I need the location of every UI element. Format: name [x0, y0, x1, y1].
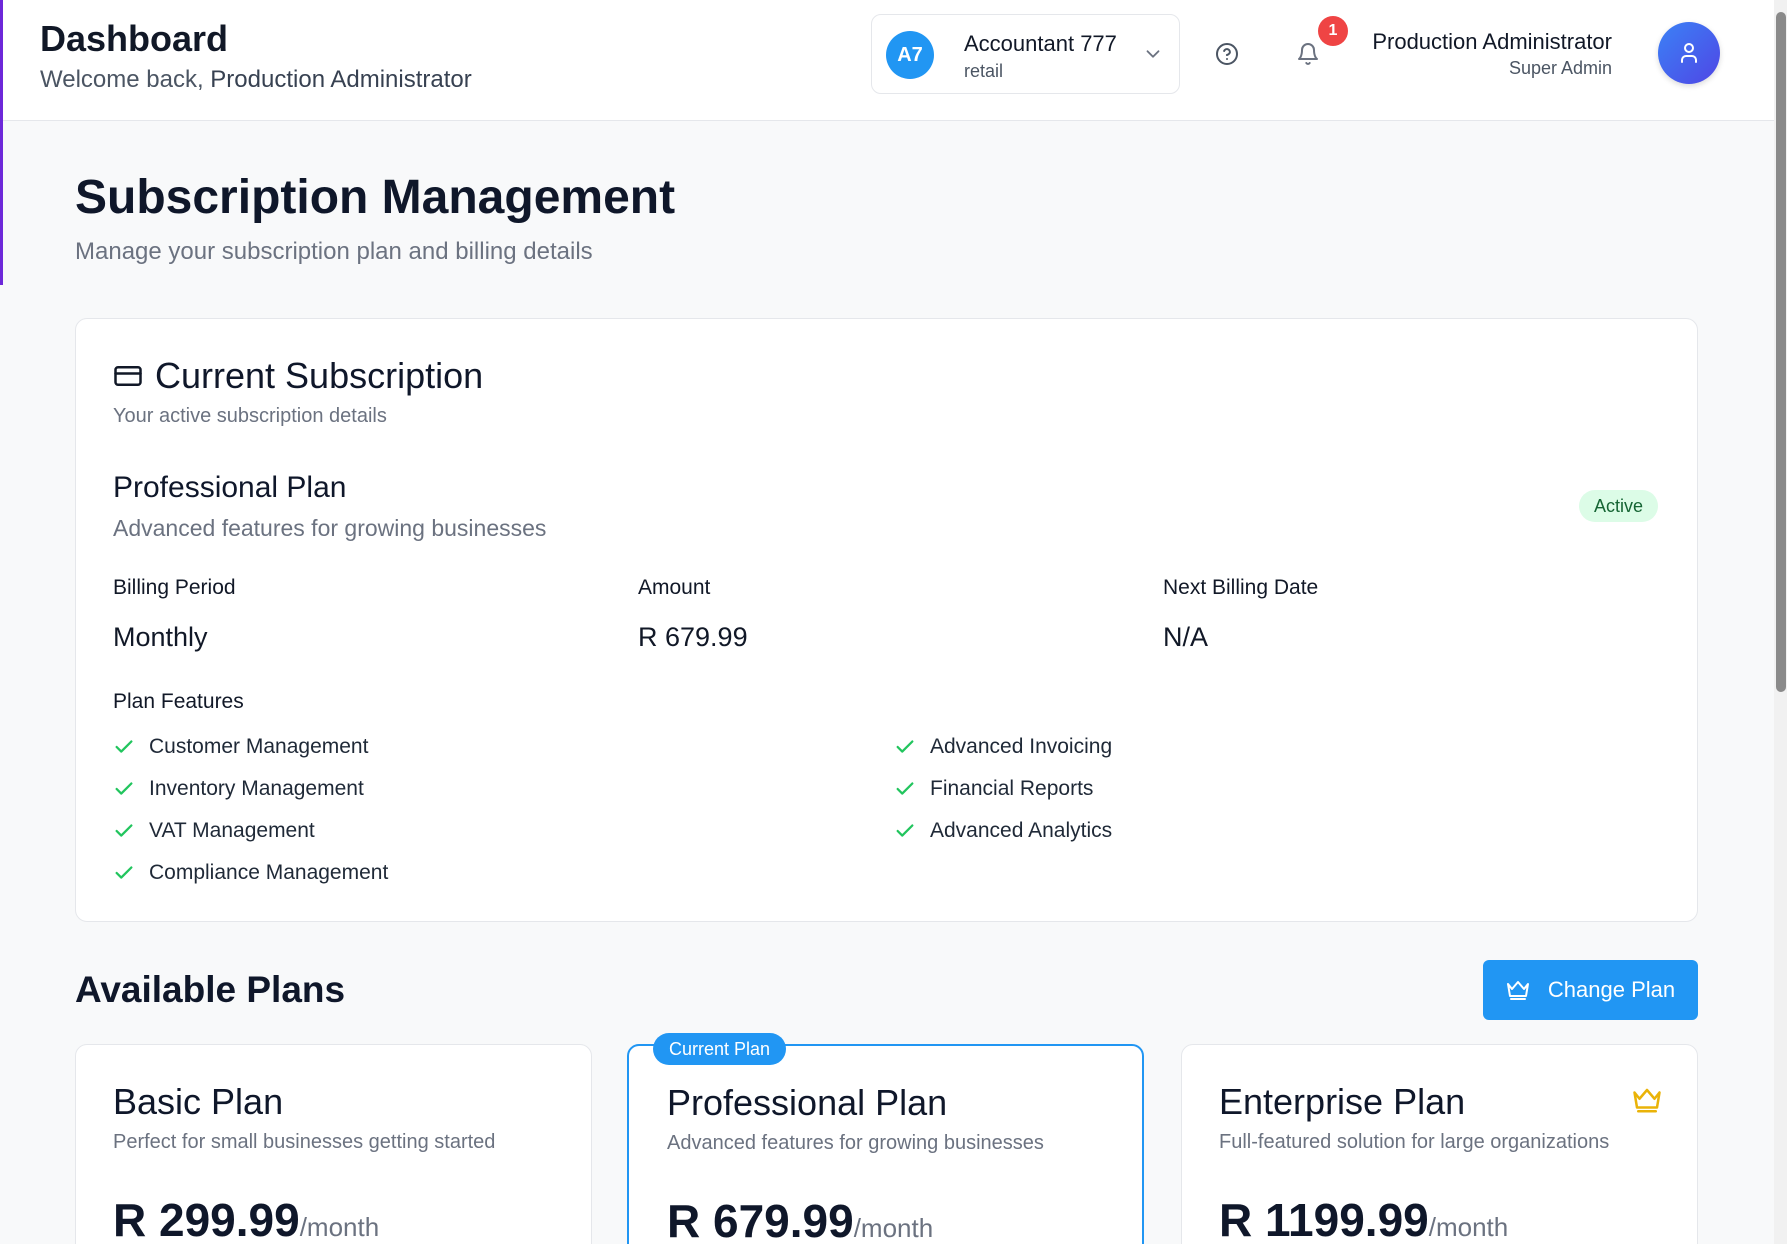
plan-price-period: /month — [1428, 1212, 1509, 1242]
check-icon — [896, 824, 914, 837]
plan-description: Advanced features for growing businesses — [667, 1132, 1044, 1154]
welcome-prefix: Welcome back, — [40, 66, 204, 93]
plan-price-period: /month — [299, 1212, 380, 1242]
plan-description: Perfect for small businesses getting sta… — [113, 1131, 496, 1153]
plan-name: Professional Plan — [667, 1082, 948, 1123]
notification-badge: 1 — [1318, 16, 1348, 46]
plan-features-label: Plan Features — [113, 690, 244, 713]
change-plan-button[interactable]: Change Plan — [1483, 960, 1698, 1020]
plan-price: R 1199.99/month — [1219, 1193, 1508, 1244]
feature-label: Compliance Management — [149, 861, 389, 884]
plan-price-period: /month — [853, 1213, 934, 1243]
user-name: Production Administrator — [1372, 29, 1612, 54]
feature-item: VAT Management — [113, 819, 315, 843]
welcome-message: Welcome back, Production Administrator — [40, 66, 472, 94]
header-title: Dashboard — [40, 18, 229, 59]
next-billing-value: N/A — [1163, 622, 1209, 652]
chevron-down-icon — [1146, 50, 1160, 58]
card-title: Current Subscription — [155, 355, 484, 396]
current-plan-tag: Current Plan — [653, 1033, 787, 1065]
feature-label: Inventory Management — [149, 777, 364, 800]
feature-label: Financial Reports — [930, 777, 1094, 800]
feature-item: Advanced Invoicing — [894, 735, 1112, 759]
plan-name: Enterprise Plan — [1219, 1081, 1466, 1122]
amount-value: R 679.99 — [638, 622, 748, 652]
plan-price-amount: R 679.99 — [667, 1195, 854, 1244]
feature-item: Financial Reports — [894, 777, 1093, 801]
bell-icon[interactable] — [1296, 41, 1320, 67]
plan-card-professional[interactable]: Professional Plan Advanced features for … — [627, 1044, 1144, 1244]
scrollbar-thumb[interactable] — [1776, 12, 1786, 692]
plan-name: Basic Plan — [113, 1081, 284, 1122]
feature-label: VAT Management — [149, 819, 315, 842]
company-avatar: A7 — [886, 31, 934, 79]
page-subtitle: Manage your subscription plan and billin… — [75, 238, 593, 265]
company-type: retail — [964, 61, 1004, 81]
help-circle-icon[interactable] — [1215, 42, 1239, 66]
credit-card-icon — [114, 366, 142, 386]
check-icon — [896, 740, 914, 753]
current-plan-description: Advanced features for growing businesses — [113, 515, 547, 541]
plan-price: R 679.99/month — [667, 1194, 933, 1244]
billing-period-value: Monthly — [113, 622, 208, 652]
feature-item: Inventory Management — [113, 777, 364, 801]
plan-card-basic[interactable]: Basic Plan Perfect for small businesses … — [75, 1044, 592, 1244]
check-icon — [115, 740, 133, 753]
feature-label: Advanced Invoicing — [930, 735, 1113, 758]
user-avatar[interactable] — [1658, 22, 1720, 84]
status-badge: Active — [1579, 490, 1659, 522]
welcome-name: Production Administrator — [210, 66, 472, 93]
company-switcher[interactable]: A7 Accountant 777 retail — [871, 14, 1180, 94]
check-icon — [896, 782, 914, 795]
page-title: Subscription Management — [75, 171, 676, 224]
check-icon — [115, 782, 133, 795]
card-description: Your active subscription details — [113, 405, 387, 427]
current-subscription-card: Current Subscription Your active subscri… — [75, 318, 1698, 922]
feature-label: Advanced Analytics — [930, 819, 1113, 842]
user-icon — [1681, 43, 1697, 63]
check-icon — [115, 866, 133, 879]
feature-item: Advanced Analytics — [894, 819, 1112, 843]
top-header: Dashboard Welcome back, Production Admin… — [3, 0, 1774, 121]
next-billing-label: Next Billing Date — [1163, 576, 1319, 599]
company-name: Accountant 777 — [964, 31, 1117, 56]
user-role: Super Admin — [1508, 58, 1612, 78]
available-plans-title: Available Plans — [75, 969, 346, 1010]
check-icon — [115, 824, 133, 837]
plan-price-amount: R 1199.99 — [1219, 1194, 1429, 1244]
feature-item: Compliance Management — [113, 861, 388, 885]
plan-price-amount: R 299.99 — [113, 1194, 300, 1244]
plan-price: R 299.99/month — [113, 1193, 379, 1244]
change-plan-label: Change Plan — [1547, 977, 1676, 1002]
plan-description: Full-featured solution for large organiz… — [1219, 1131, 1610, 1153]
feature-item: Customer Management — [113, 735, 368, 759]
plan-card-enterprise[interactable]: Enterprise Plan Full-featured solution f… — [1181, 1044, 1698, 1244]
crown-icon — [1633, 1088, 1661, 1113]
amount-label: Amount — [638, 576, 711, 599]
feature-label: Customer Management — [149, 735, 369, 758]
current-plan-name: Professional Plan — [113, 471, 347, 504]
billing-period-label: Billing Period — [113, 576, 236, 599]
crown-icon — [1506, 981, 1529, 1000]
